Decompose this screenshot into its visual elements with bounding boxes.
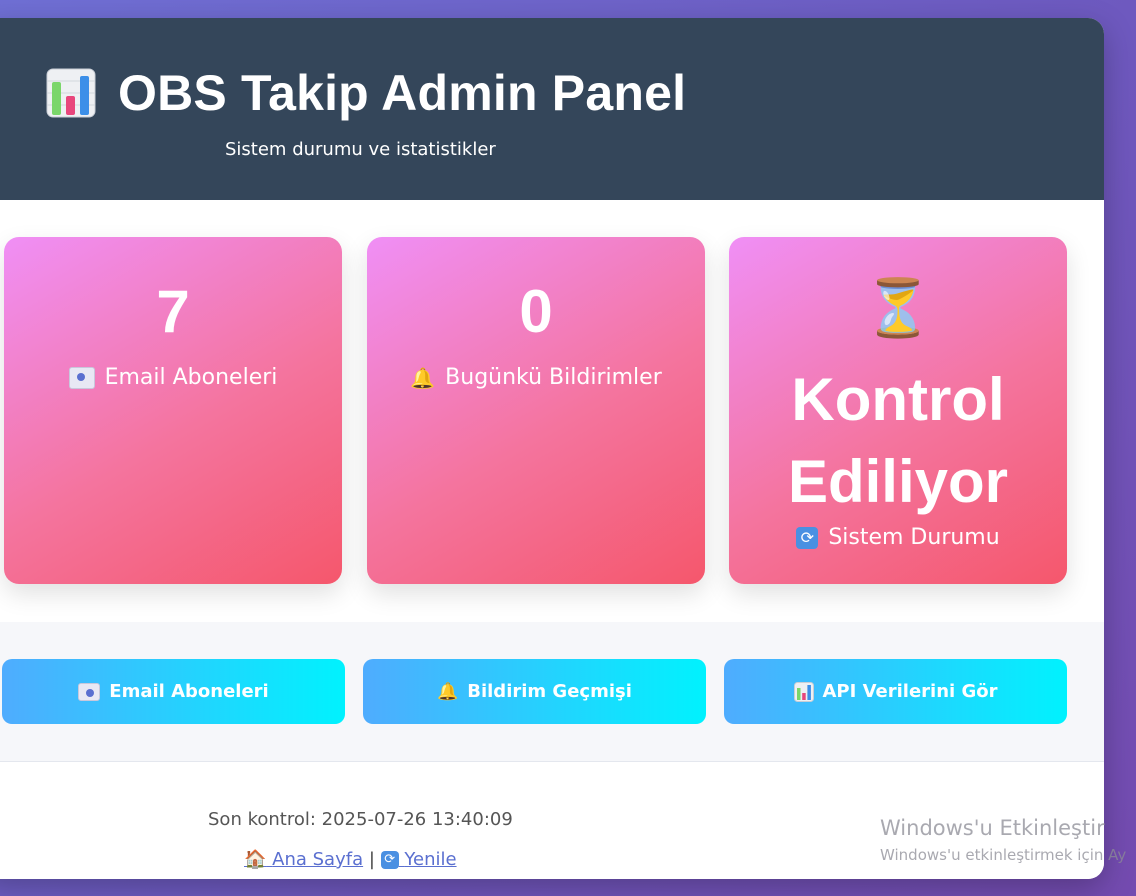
stat-label-system: ⟳ Sistem Durumu xyxy=(729,525,1067,550)
page-title: OBS Takip Admin Panel xyxy=(118,65,687,121)
refresh-icon: ⟳ xyxy=(380,851,399,869)
stat-label-notifications: 🔔 Bugünkü Bildirimler xyxy=(367,365,705,390)
envelope-icon xyxy=(68,366,95,389)
house-icon: 🏠 xyxy=(244,849,267,870)
header: OBS Takip Admin Panel Sistem durumu ve i… xyxy=(0,18,1104,200)
actions-bar: Email Aboneleri 🔔 Bildirim Geçmişi API V… xyxy=(0,622,1104,762)
hourglass-icon: ⏳ xyxy=(863,276,933,341)
bell-icon: 🔔 xyxy=(410,365,436,390)
refresh-link[interactable]: ⟳ Yenile xyxy=(380,849,457,870)
subscriber-count: 7 xyxy=(156,278,190,345)
windows-activation-watermark: Windows'u Etkinleştir Windows'u etkinleş… xyxy=(880,816,1126,864)
bell-icon: 🔔 xyxy=(437,681,459,702)
view-api-data-button[interactable]: API Verilerini Gör xyxy=(724,659,1067,724)
envelope-icon xyxy=(78,682,101,701)
home-link[interactable]: 🏠 Ana Sayfa xyxy=(244,849,363,870)
status-line-2: Ediliyor xyxy=(787,448,1009,515)
notification-history-button[interactable]: 🔔 Bildirim Geçmişi xyxy=(363,659,706,724)
system-status-value: Kontrol Ediliyor xyxy=(729,359,1067,523)
button-label: Bildirim Geçmişi xyxy=(467,681,632,702)
footer-links: 🏠 Ana Sayfa | ⟳ Yenile xyxy=(244,849,457,870)
page-subtitle: Sistem durumu ve istatistikler xyxy=(225,139,496,160)
email-subscribers-button[interactable]: Email Aboneleri xyxy=(2,659,345,724)
refresh-icon: ⟳ xyxy=(796,526,819,549)
bar-chart-icon xyxy=(46,68,96,118)
home-link-label: Ana Sayfa xyxy=(272,849,364,870)
stat-card-subscribers: 7 Email Aboneleri xyxy=(4,237,342,584)
bar-chart-icon xyxy=(793,681,814,702)
last-check-timestamp: Son kontrol: 2025-07-26 13:40:09 xyxy=(208,809,513,830)
status-line-1: Kontrol xyxy=(791,366,1005,433)
notification-count: 0 xyxy=(519,278,553,345)
watermark-line-2: Windows'u etkinleştirmek için Ay xyxy=(880,846,1127,864)
stat-label-text: Email Aboneleri xyxy=(104,365,278,390)
stat-card-notifications: 0 🔔 Bugünkü Bildirimler xyxy=(367,237,705,584)
watermark-line-1: Windows'u Etkinleştir xyxy=(880,816,1105,840)
button-label: Email Aboneleri xyxy=(109,681,269,702)
stat-label-text: Bugünkü Bildirimler xyxy=(445,365,662,390)
refresh-link-label: Yenile xyxy=(404,849,457,870)
admin-panel: OBS Takip Admin Panel Sistem durumu ve i… xyxy=(0,18,1104,879)
stat-label-subscribers: Email Aboneleri xyxy=(4,365,342,390)
link-separator: | xyxy=(368,849,375,870)
stat-label-text: Sistem Durumu xyxy=(828,525,1000,550)
stats-section: 7 Email Aboneleri 0 🔔 Bugünkü Bildirimle… xyxy=(0,200,1104,622)
button-label: API Verilerini Gör xyxy=(822,681,998,702)
stat-card-system-status: ⏳ Kontrol Ediliyor ⟳ Sistem Durumu xyxy=(729,237,1067,584)
title-row: OBS Takip Admin Panel xyxy=(46,64,686,122)
